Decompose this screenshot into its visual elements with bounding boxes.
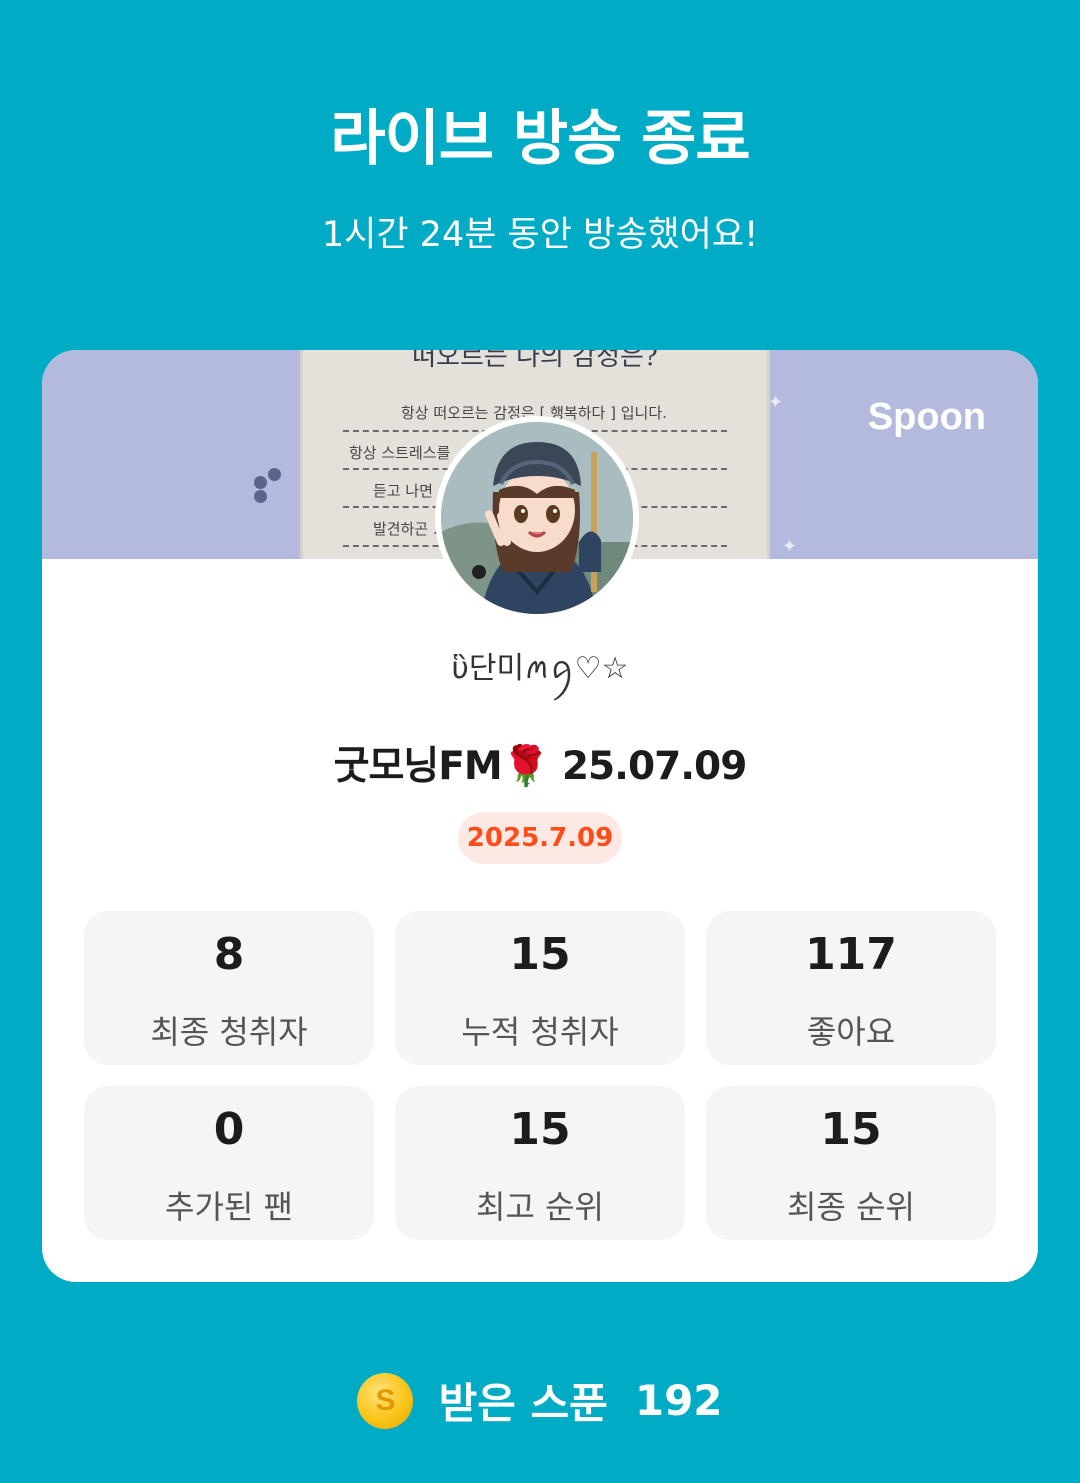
stat-value: 0 (213, 1104, 245, 1155)
broadcast-duration: 1시간 24분 동안 방송했어요! (321, 215, 759, 255)
stat-total-listeners: 15 누적 청취자 (395, 911, 685, 1065)
sparkle-icon: ✦ (768, 392, 784, 413)
sparkle-icon: ✦ (782, 536, 798, 557)
stat-final-listeners: 8 최종 청취자 (84, 911, 374, 1065)
spoon-coin-icon: S (357, 1372, 414, 1429)
stat-label: 최고 순위 (476, 1188, 604, 1226)
avatar-illustration (441, 422, 633, 614)
stat-value: 15 (509, 1104, 571, 1155)
stat-label: 최종 순위 (787, 1188, 915, 1226)
stat-value: 15 (820, 1104, 882, 1155)
received-spoons-value: 192 (634, 1376, 723, 1425)
date-badge: 2025.7.09 (458, 812, 622, 864)
stat-best-rank: 15 최고 순위 (395, 1086, 685, 1240)
profile-avatar[interactable] (435, 416, 639, 620)
host-nickname: ὓ단미ꪔꪇ♡☆ (451, 651, 629, 686)
stat-value: 8 (213, 929, 245, 980)
received-spoons: S 받은 스푼 192 (0, 1370, 1080, 1430)
stat-label: 좋아요 (806, 1013, 896, 1051)
stat-likes: 117 좋아요 (706, 911, 996, 1065)
stat-label: 누적 청취자 (461, 1013, 619, 1051)
stat-label: 추가된 팬 (165, 1188, 293, 1226)
spoon-logo: Spoon (867, 396, 986, 438)
stat-new-fans: 0 추가된 팬 (84, 1086, 374, 1240)
live-title: 굿모닝FM🌹 25.07.09 (333, 744, 748, 789)
banner-paper-heading: 떠오르는 나의 감정은? (412, 350, 658, 372)
broadcast-summary-card: 떠오르는 나의 감정은? 항상 떠오르는 감정은 [ 행복하다 ] 입니다. 항… (42, 350, 1038, 1282)
stat-value: 117 (805, 929, 897, 980)
stat-value: 15 (509, 929, 571, 980)
stat-label: 최종 청취자 (150, 1013, 308, 1051)
stat-final-rank: 15 최종 순위 (706, 1086, 996, 1240)
page-title: 라이브 방송 종료 (330, 104, 750, 174)
received-spoons-label: 받은 스푼 (438, 1379, 608, 1428)
